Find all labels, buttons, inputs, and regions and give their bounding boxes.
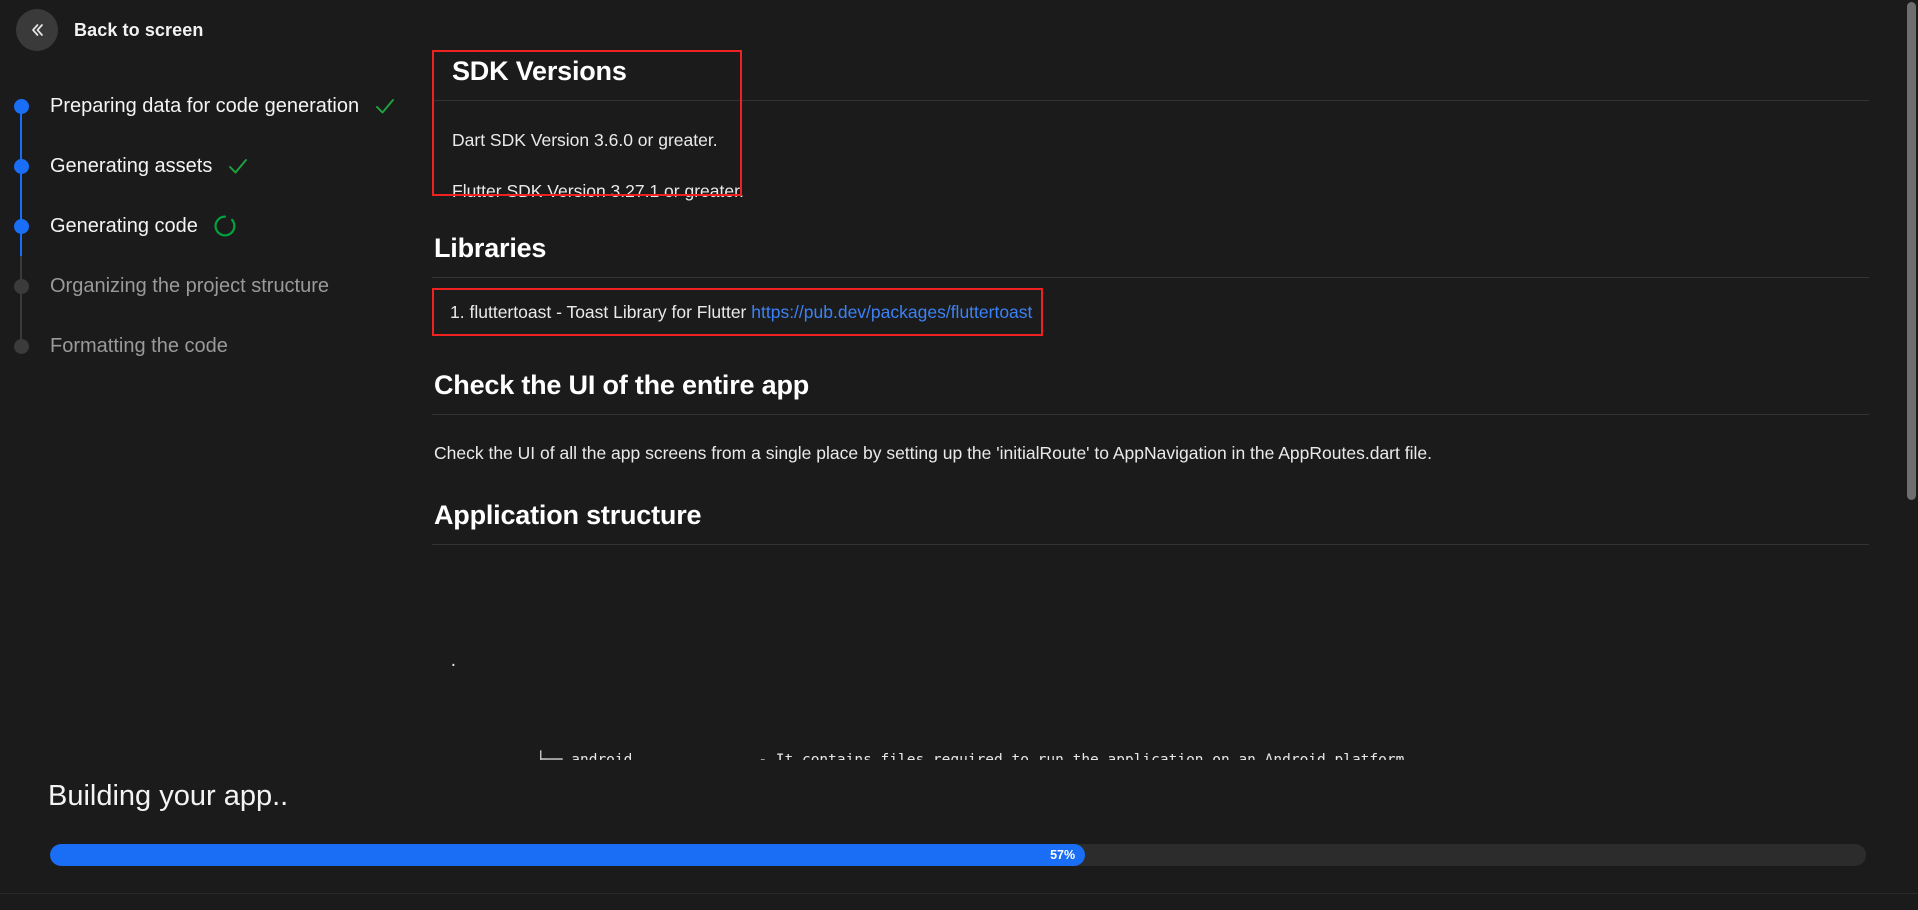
scrollbar-thumb[interactable] (1907, 2, 1916, 500)
tree-description: It contains files required to run the ap… (775, 751, 1414, 761)
chevron-double-left-icon (27, 20, 47, 40)
timeline-marker (0, 196, 42, 256)
check-icon (226, 154, 250, 178)
tree-dash: - (758, 751, 768, 761)
page-header: Back to screen (16, 8, 203, 52)
timeline-step-label: Preparing data for code generation (50, 94, 360, 117)
spinner-icon (212, 213, 238, 239)
application-structure-title: Application structure (434, 499, 702, 530)
tree-row: ├── android - It contains files required … (449, 723, 1884, 761)
project-structure-tree: . ├── android - It contains files require… (432, 601, 1884, 761)
timeline-step-label: Formatting the code (50, 334, 228, 357)
timeline-dot-icon (13, 158, 29, 174)
timeline-step-preparing-data: Preparing data for code generation (0, 76, 420, 136)
section-divider (432, 414, 1869, 415)
timeline-step-label: Generating assets (50, 154, 213, 177)
sdk-versions-highlight-box (432, 50, 742, 196)
libraries-highlight-box (432, 288, 1043, 336)
timeline-dot-icon (13, 98, 29, 114)
timeline-step-generating-code: Generating code (0, 196, 420, 256)
build-progress-bar: 57% (50, 844, 1866, 866)
tree-entry-android: ├── android (536, 751, 633, 761)
check-ui-title: Check the UI of the entire app (434, 370, 810, 400)
timeline-marker (0, 316, 42, 376)
build-progress-footer: Building your app.. 57% (0, 760, 1918, 910)
timeline-marker (0, 256, 42, 316)
timeline-marker (0, 136, 42, 196)
check-icon (373, 94, 397, 118)
tree-root-dot: . (449, 653, 458, 670)
build-progress-fill: 57% (50, 844, 1086, 866)
back-to-screen-button[interactable] (16, 9, 58, 51)
check-ui-paragraph: Check the UI of all the app screens from… (434, 443, 1432, 463)
timeline-dot-icon (13, 278, 29, 294)
timeline-dot-icon (13, 338, 29, 354)
timeline-step-organizing-structure: Organizing the project structure (0, 256, 420, 316)
footer-divider (0, 893, 1918, 894)
progress-timeline: Preparing data for code generation Gener… (0, 76, 420, 376)
building-status-title: Building your app.. (48, 780, 289, 812)
back-to-screen-label[interactable]: Back to screen (74, 20, 203, 41)
section-divider (432, 543, 1869, 545)
vertical-scrollbar[interactable] (1905, 0, 1918, 760)
timeline-marker (0, 76, 42, 136)
timeline-step-label: Generating code (50, 214, 198, 237)
timeline-step-formatting-code: Formatting the code (0, 316, 420, 376)
main-content: SDK Versions Dart SDK Version 3.6.0 or g… (432, 0, 1884, 760)
timeline-step-generating-assets: Generating assets (0, 136, 420, 196)
timeline-step-label: Organizing the project structure (50, 274, 330, 297)
timeline-dot-icon (13, 218, 29, 234)
app-root: Back to screen Preparing data for code g… (0, 0, 1918, 910)
libraries-title: Libraries (434, 233, 547, 263)
build-progress-label: 57% (1050, 848, 1076, 862)
